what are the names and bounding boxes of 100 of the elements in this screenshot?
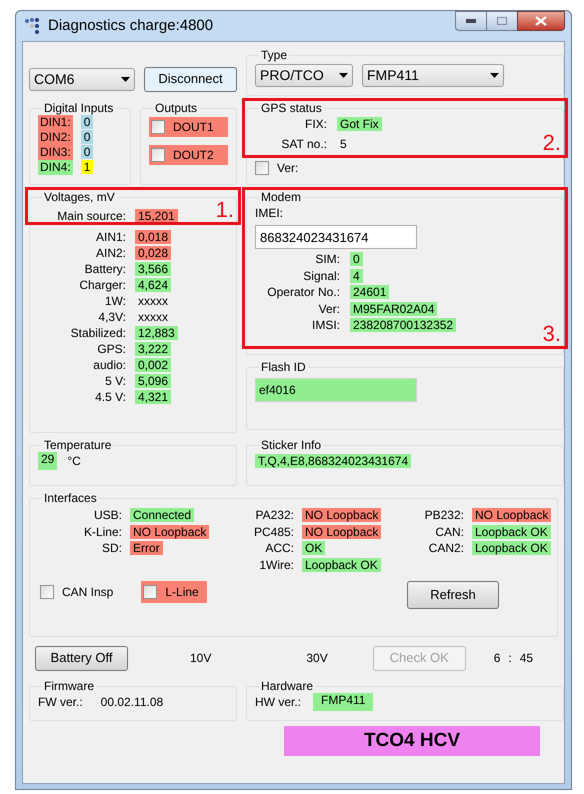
- input-label: DIN2:: [38, 130, 73, 145]
- output-label: DOUT1: [173, 119, 214, 136]
- unit-label: °C: [67, 453, 81, 470]
- group-title: Voltages, mV: [43, 190, 116, 204]
- value: 4,321: [135, 390, 172, 404]
- field-label: Stabilized:: [70, 325, 126, 341]
- output-label: DOUT2: [173, 147, 214, 164]
- maximize-icon: [497, 17, 507, 25]
- field-label: FIX:: [304, 116, 327, 133]
- value: NO Loopback: [302, 524, 382, 538]
- field-label: 1W:: [104, 293, 126, 309]
- value: M95FAR02A04: [350, 302, 438, 316]
- checkbox-label: CAN Insp: [62, 584, 114, 601]
- close-icon: [535, 16, 547, 26]
- group-title: GPS status: [260, 101, 323, 115]
- value: 0: [80, 115, 94, 129]
- field-label: USB:: [92, 507, 122, 524]
- group-title: Interfaces: [43, 491, 98, 505]
- field-label: Charger:: [78, 277, 126, 293]
- field-label: GPS:: [96, 341, 126, 357]
- value: 4,624: [135, 278, 172, 292]
- group-title: Temperature: [43, 438, 112, 452]
- field-label: FW ver.:: [38, 694, 83, 711]
- checkbox[interactable]: [151, 148, 165, 162]
- value: Connected: [130, 508, 194, 522]
- value: 4: [350, 268, 363, 282]
- value: FMP411: [313, 693, 374, 711]
- field-label: 5 V:: [104, 373, 126, 389]
- annotation-number: 2.: [542, 131, 561, 155]
- value: NO Loopback: [302, 508, 382, 522]
- group-title: Type: [260, 48, 288, 62]
- group-title: Digital Inputs: [43, 101, 114, 115]
- field-label: AIN1:: [94, 229, 126, 245]
- field-label: ACC:: [264, 540, 294, 556]
- disconnect-button[interactable]: Disconnect: [144, 66, 237, 92]
- refresh-button[interactable]: Refresh: [407, 581, 499, 609]
- model-banner: TCO4 HCV: [284, 726, 540, 756]
- field-label: PC485:: [252, 524, 294, 540]
- value: NO Loopback: [130, 524, 210, 538]
- value: OK: [302, 541, 326, 555]
- close-button[interactable]: [517, 11, 565, 31]
- checkbox[interactable]: [255, 161, 269, 175]
- input-label: DIN1:: [38, 115, 73, 130]
- time-text: 45: [520, 650, 534, 667]
- group-title: Outputs: [154, 101, 198, 115]
- checkbox[interactable]: [151, 120, 165, 134]
- annotation-number: 1.: [216, 198, 234, 222]
- field-label: CAN:: [434, 524, 464, 540]
- checkbox-label: Ver:: [277, 160, 298, 177]
- value: 238208700132352: [350, 318, 456, 332]
- field-label: audio:: [92, 357, 126, 373]
- value: 12,883: [135, 326, 178, 340]
- minimize-icon: [466, 19, 476, 23]
- field-label: Signal:: [302, 268, 340, 284]
- value: Got Fix: [337, 117, 382, 131]
- field-label: K-Line:: [82, 524, 122, 540]
- protocol-dropdown[interactable]: PRO/TCO: [255, 64, 353, 87]
- imei-field[interactable]: 868324023431674: [255, 225, 417, 249]
- value: 3,566: [135, 262, 172, 276]
- value: Loopback OK: [472, 541, 551, 555]
- value: xxxxx: [137, 310, 169, 324]
- field-label: SD:: [100, 540, 122, 556]
- field-label: SAT no.:: [280, 136, 327, 153]
- time-text: 6: [494, 650, 500, 667]
- input-label: DIN4:: [38, 160, 73, 175]
- value: 1: [80, 160, 94, 174]
- app-icon: [24, 17, 42, 35]
- value: 0,018: [135, 230, 172, 244]
- maximize-button[interactable]: [487, 11, 517, 31]
- value: 5,096: [135, 374, 172, 388]
- value: 24601: [350, 285, 390, 299]
- window-title: Diagnostics charge:4800: [48, 16, 214, 36]
- field-label: PB232:: [424, 507, 464, 524]
- value: Loopback OK: [472, 524, 551, 538]
- group-title: Firmware: [43, 679, 95, 693]
- model-dropdown[interactable]: FMP411: [362, 64, 504, 87]
- value: 29: [38, 452, 58, 470]
- value: T,Q,4,E8,868324023431674: [255, 454, 412, 468]
- voltage-reading: 10V: [190, 650, 212, 667]
- field-label: 4,3V:: [97, 309, 126, 325]
- annotation-number: 3.: [542, 322, 561, 346]
- field-label: IMSI:: [310, 317, 340, 334]
- group-title: Hardware: [260, 679, 314, 693]
- value: 00.02.11.08: [100, 694, 164, 711]
- value: 0,002: [135, 358, 172, 372]
- minimize-button[interactable]: [455, 11, 487, 31]
- value: 0,028: [135, 246, 172, 260]
- field-label: Operator No.:: [266, 284, 340, 300]
- checkbox[interactable]: [143, 585, 158, 599]
- port-dropdown[interactable]: COM6: [29, 68, 135, 90]
- battery-off-button[interactable]: Battery Off: [35, 646, 128, 670]
- field-label: AIN2:: [94, 245, 126, 261]
- value: Error: [130, 541, 163, 555]
- field-label: Main source:: [56, 208, 126, 224]
- caret-icon: [121, 76, 130, 82]
- checkbox[interactable]: [40, 585, 54, 599]
- field-label: HW ver.:: [255, 694, 302, 711]
- field-label: CAN2:: [428, 540, 464, 556]
- field-label: Ver:: [318, 300, 340, 317]
- value: NO Loopback: [472, 508, 552, 522]
